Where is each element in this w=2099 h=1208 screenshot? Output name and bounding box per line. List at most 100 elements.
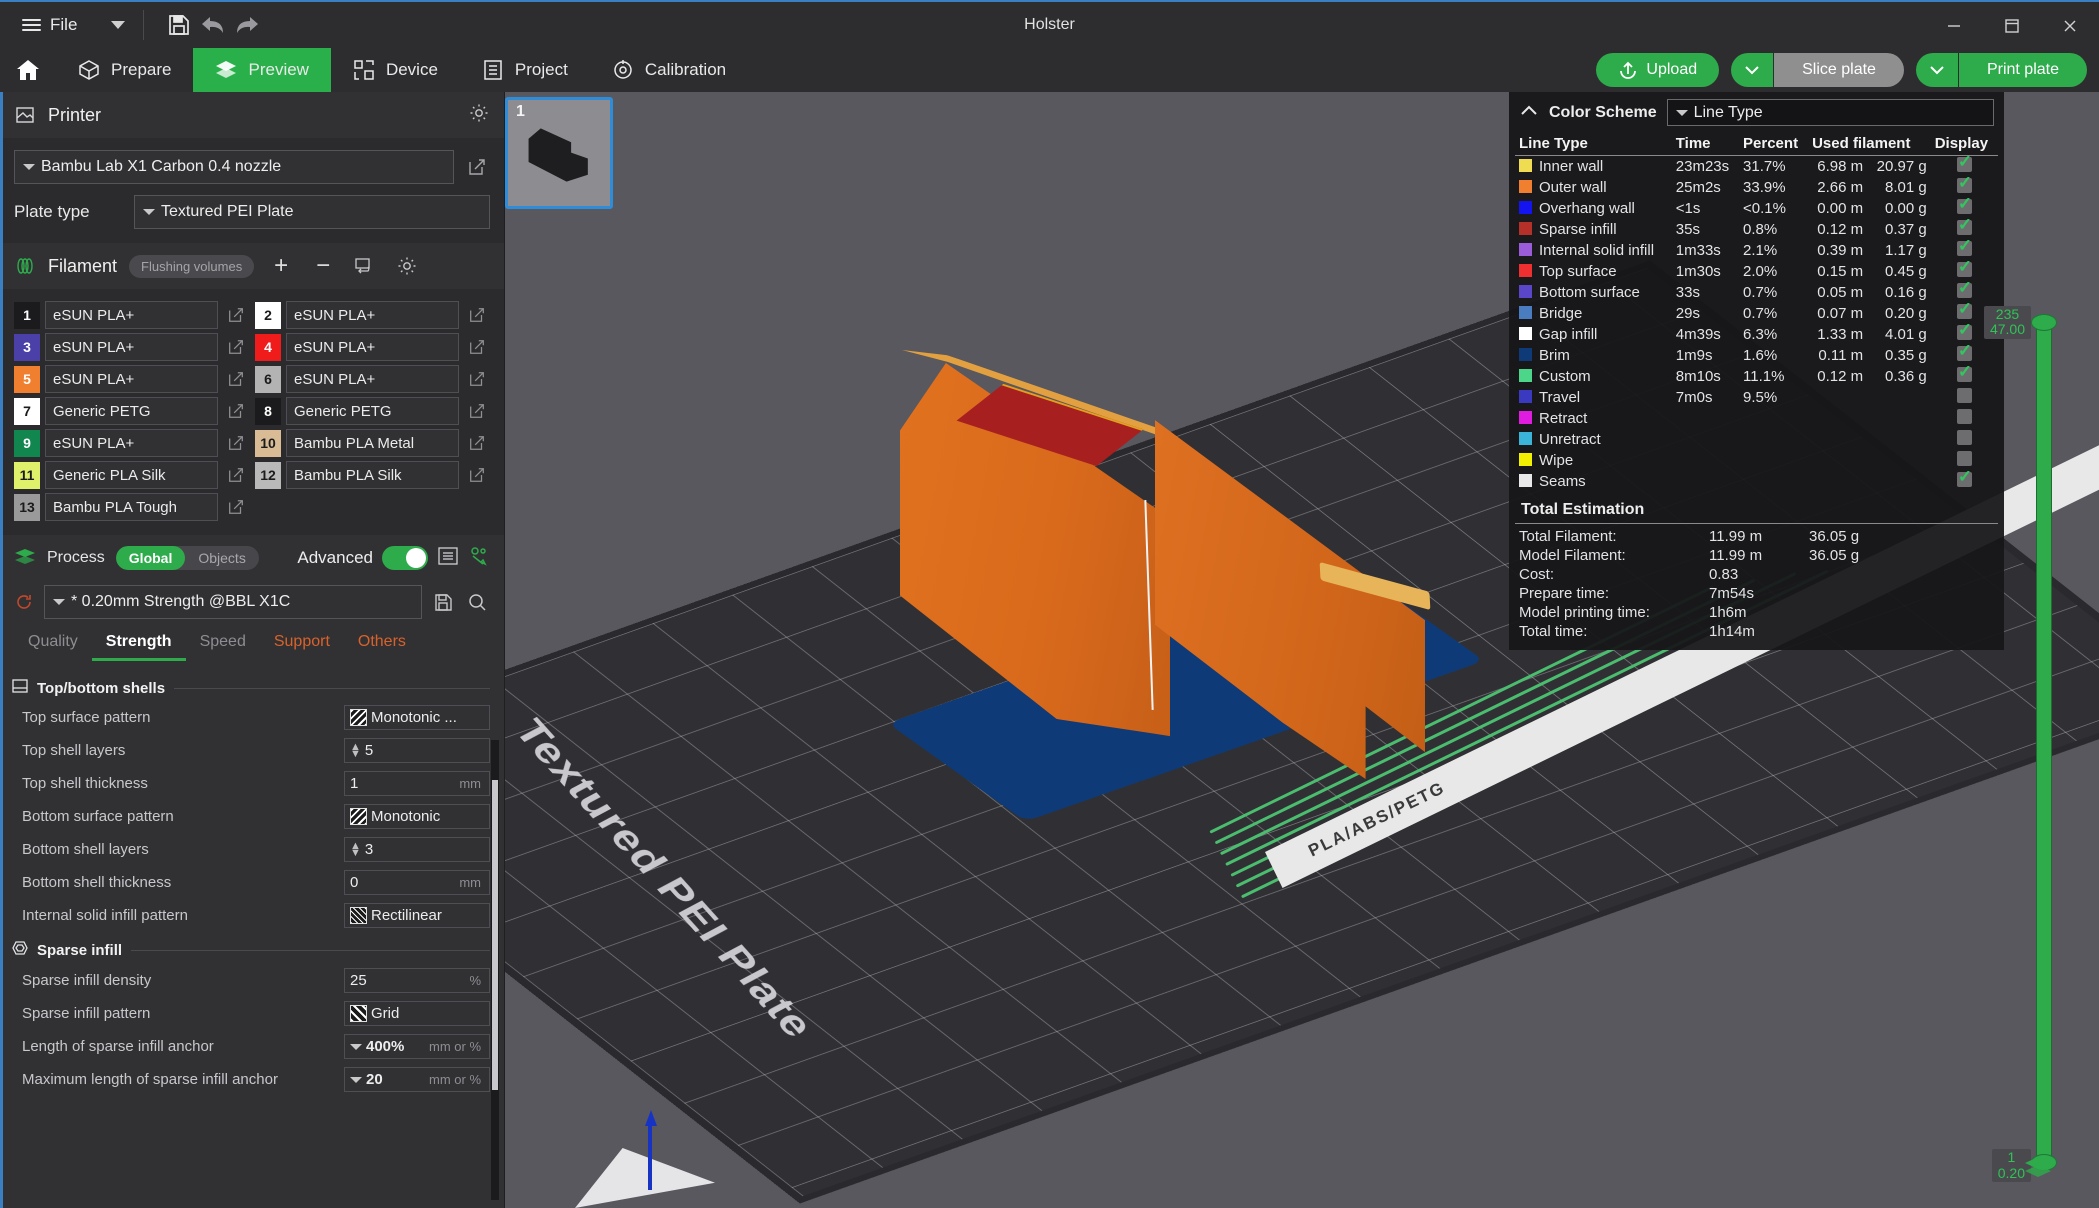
vertical-slider-track[interactable] <box>2036 322 2052 1162</box>
legend-row[interactable]: Brim 1m9s 1.6% 0.11 m 0.35 g <box>1515 342 1998 366</box>
vertical-slider-upper-handle[interactable] <box>2031 314 2057 331</box>
setting-control[interactable]: ▲ ▼ 3 <box>344 837 490 862</box>
filament-color-swatch[interactable]: 3 <box>14 333 40 361</box>
process-tools-icon[interactable] <box>468 545 490 572</box>
legend-row[interactable]: Unretract <box>1515 429 1998 450</box>
setting-control[interactable]: ▲ ▼ 5 <box>344 738 490 763</box>
tab-prepare[interactable]: Prepare <box>56 48 193 92</box>
legend-display-checkbox[interactable] <box>1956 237 1972 256</box>
redo-icon[interactable] <box>230 8 264 42</box>
compare-presets-icon[interactable] <box>437 545 459 572</box>
slice-plate-button[interactable]: Slice plate <box>1774 53 1904 87</box>
legend-row[interactable]: Gap infill 4m39s 6.3% 1.33 m 4.01 g <box>1515 321 1998 345</box>
slice-plate-dropdown[interactable] <box>1731 53 1774 87</box>
upload-button[interactable]: Upload <box>1596 53 1720 87</box>
edit-filament-icon[interactable] <box>223 370 249 388</box>
edit-filament-icon[interactable] <box>223 338 249 356</box>
filament-color-swatch[interactable]: 9 <box>14 429 40 457</box>
filament-color-swatch[interactable]: 4 <box>255 333 281 361</box>
filament-color-swatch[interactable]: 8 <box>255 397 281 425</box>
home-icon[interactable] <box>0 48 56 92</box>
setting-control[interactable]: 400% mm or % <box>344 1034 490 1059</box>
remove-filament-button[interactable]: − <box>308 252 338 280</box>
legend-row[interactable]: Internal solid infill 1m33s 2.1% 0.39 m 1.17… <box>1515 237 1998 261</box>
edit-filament-icon[interactable] <box>223 466 249 484</box>
tab-device[interactable]: Device <box>331 48 460 92</box>
edit-filament-icon[interactable] <box>464 434 490 452</box>
legend-display-cell[interactable] <box>1931 408 1998 429</box>
legend-display-checkbox[interactable] <box>1956 174 1972 193</box>
setting-control[interactable]: Rectilinear <box>344 903 490 928</box>
legend-display-checkbox[interactable] <box>1956 300 1972 319</box>
setting-control[interactable]: 20 mm or % <box>344 1067 490 1092</box>
edit-filament-icon[interactable] <box>223 434 249 452</box>
filament-name[interactable]: eSUN PLA+ <box>45 301 218 329</box>
edit-printer-icon[interactable] <box>464 157 490 177</box>
legend-display-checkbox[interactable] <box>1956 468 1972 487</box>
legend-display-checkbox[interactable] <box>1956 363 1972 382</box>
edit-filament-icon[interactable] <box>223 498 249 516</box>
filament-name[interactable]: Bambu PLA Silk <box>286 461 459 489</box>
edit-filament-icon[interactable] <box>464 402 490 420</box>
print-plate-dropdown[interactable] <box>1915 53 1958 87</box>
filament-settings-gear-icon[interactable] <box>392 252 422 280</box>
3d-viewport[interactable]: Textured PEI Plate PLA/ABS/PETG HOT SURF… <box>505 92 2099 1208</box>
filament-name[interactable]: Generic PETG <box>286 397 459 425</box>
legend-display-cell[interactable] <box>1931 429 1998 450</box>
print-plate-button[interactable]: Print plate <box>1958 53 2087 87</box>
legend-row[interactable]: Top surface 1m30s 2.0% 0.15 m 0.45 g <box>1515 258 1998 282</box>
filament-name[interactable]: eSUN PLA+ <box>286 301 459 329</box>
tab-project[interactable]: Project <box>460 48 590 92</box>
advanced-toggle[interactable] <box>382 546 428 570</box>
subtab-others[interactable]: Others <box>344 629 420 661</box>
reset-preset-icon[interactable] <box>12 592 36 612</box>
color-scheme-select[interactable]: Line Type <box>1666 99 1994 126</box>
filament-color-swatch[interactable]: 13 <box>14 493 40 521</box>
chevron-up-icon[interactable] <box>1519 104 1539 122</box>
plate-type-select[interactable]: Textured PEI Plate <box>134 195 490 229</box>
legend-row[interactable]: Wipe <box>1515 450 1998 471</box>
setting-control[interactable]: 0 mm <box>344 870 490 895</box>
legend-display-cell[interactable] <box>1931 468 1998 492</box>
edit-filament-icon[interactable] <box>223 306 249 324</box>
edit-filament-icon[interactable] <box>464 370 490 388</box>
sync-filament-icon[interactable] <box>350 252 380 280</box>
legend-row[interactable]: Bottom surface 33s 0.7% 0.05 m 0.16 g <box>1515 279 1998 303</box>
subtab-speed[interactable]: Speed <box>186 629 260 661</box>
setting-control[interactable]: 25% <box>344 968 490 993</box>
vertical-layer-slider[interactable]: + 235 47.00 1 0.20 <box>1983 306 2057 1182</box>
setting-control[interactable]: 1 mm <box>344 771 490 796</box>
maximize-button[interactable] <box>1983 2 2041 50</box>
flushing-volumes-button[interactable]: Flushing volumes <box>129 254 255 278</box>
filament-name[interactable]: eSUN PLA+ <box>45 333 218 361</box>
search-preset-icon[interactable] <box>464 592 490 612</box>
filament-color-swatch[interactable]: 5 <box>14 365 40 393</box>
legend-row[interactable]: Outer wall 25m2s 33.9% 2.66 m 8.01 g <box>1515 174 1998 198</box>
add-filament-button[interactable]: + <box>266 252 296 280</box>
printer-settings-gear-icon[interactable] <box>468 102 490 129</box>
filament-name[interactable]: eSUN PLA+ <box>286 333 459 361</box>
scrollbar-thumb[interactable] <box>492 780 498 1090</box>
filament-name[interactable]: Bambu PLA Tough <box>45 493 218 521</box>
legend-row[interactable]: Bridge 29s 0.7% 0.07 m 0.20 g <box>1515 300 1998 324</box>
legend-row[interactable]: Retract <box>1515 408 1998 429</box>
filament-color-swatch[interactable]: 11 <box>14 461 40 489</box>
spinner-arrows-icon[interactable]: ▲ ▼ <box>350 741 361 759</box>
legend-row[interactable]: Inner wall 23m23s 31.7% 6.98 m 20.97 g <box>1515 153 1998 178</box>
settings-scrollbar[interactable] <box>491 740 499 1200</box>
filament-color-swatch[interactable]: 7 <box>14 397 40 425</box>
legend-display-checkbox[interactable] <box>1956 342 1972 361</box>
filament-color-swatch[interactable]: 1 <box>14 301 40 329</box>
legend-display-checkbox[interactable] <box>1956 279 1972 298</box>
save-preset-icon[interactable] <box>430 592 456 612</box>
legend-display-checkbox[interactable] <box>1956 258 1972 277</box>
filament-color-swatch[interactable]: 2 <box>255 301 281 329</box>
scope-objects-option[interactable]: Objects <box>185 546 258 570</box>
legend-display-checkbox[interactable] <box>1956 216 1972 235</box>
setting-control[interactable]: Monotonic <box>344 804 490 829</box>
subtab-strength[interactable]: Strength <box>91 629 186 661</box>
printer-model-select[interactable]: Bambu Lab X1 Carbon 0.4 nozzle <box>14 150 454 184</box>
spinner-arrows-icon[interactable]: ▲ ▼ <box>350 840 361 858</box>
subtab-quality[interactable]: Quality <box>14 629 92 661</box>
edit-filament-icon[interactable] <box>464 466 490 484</box>
